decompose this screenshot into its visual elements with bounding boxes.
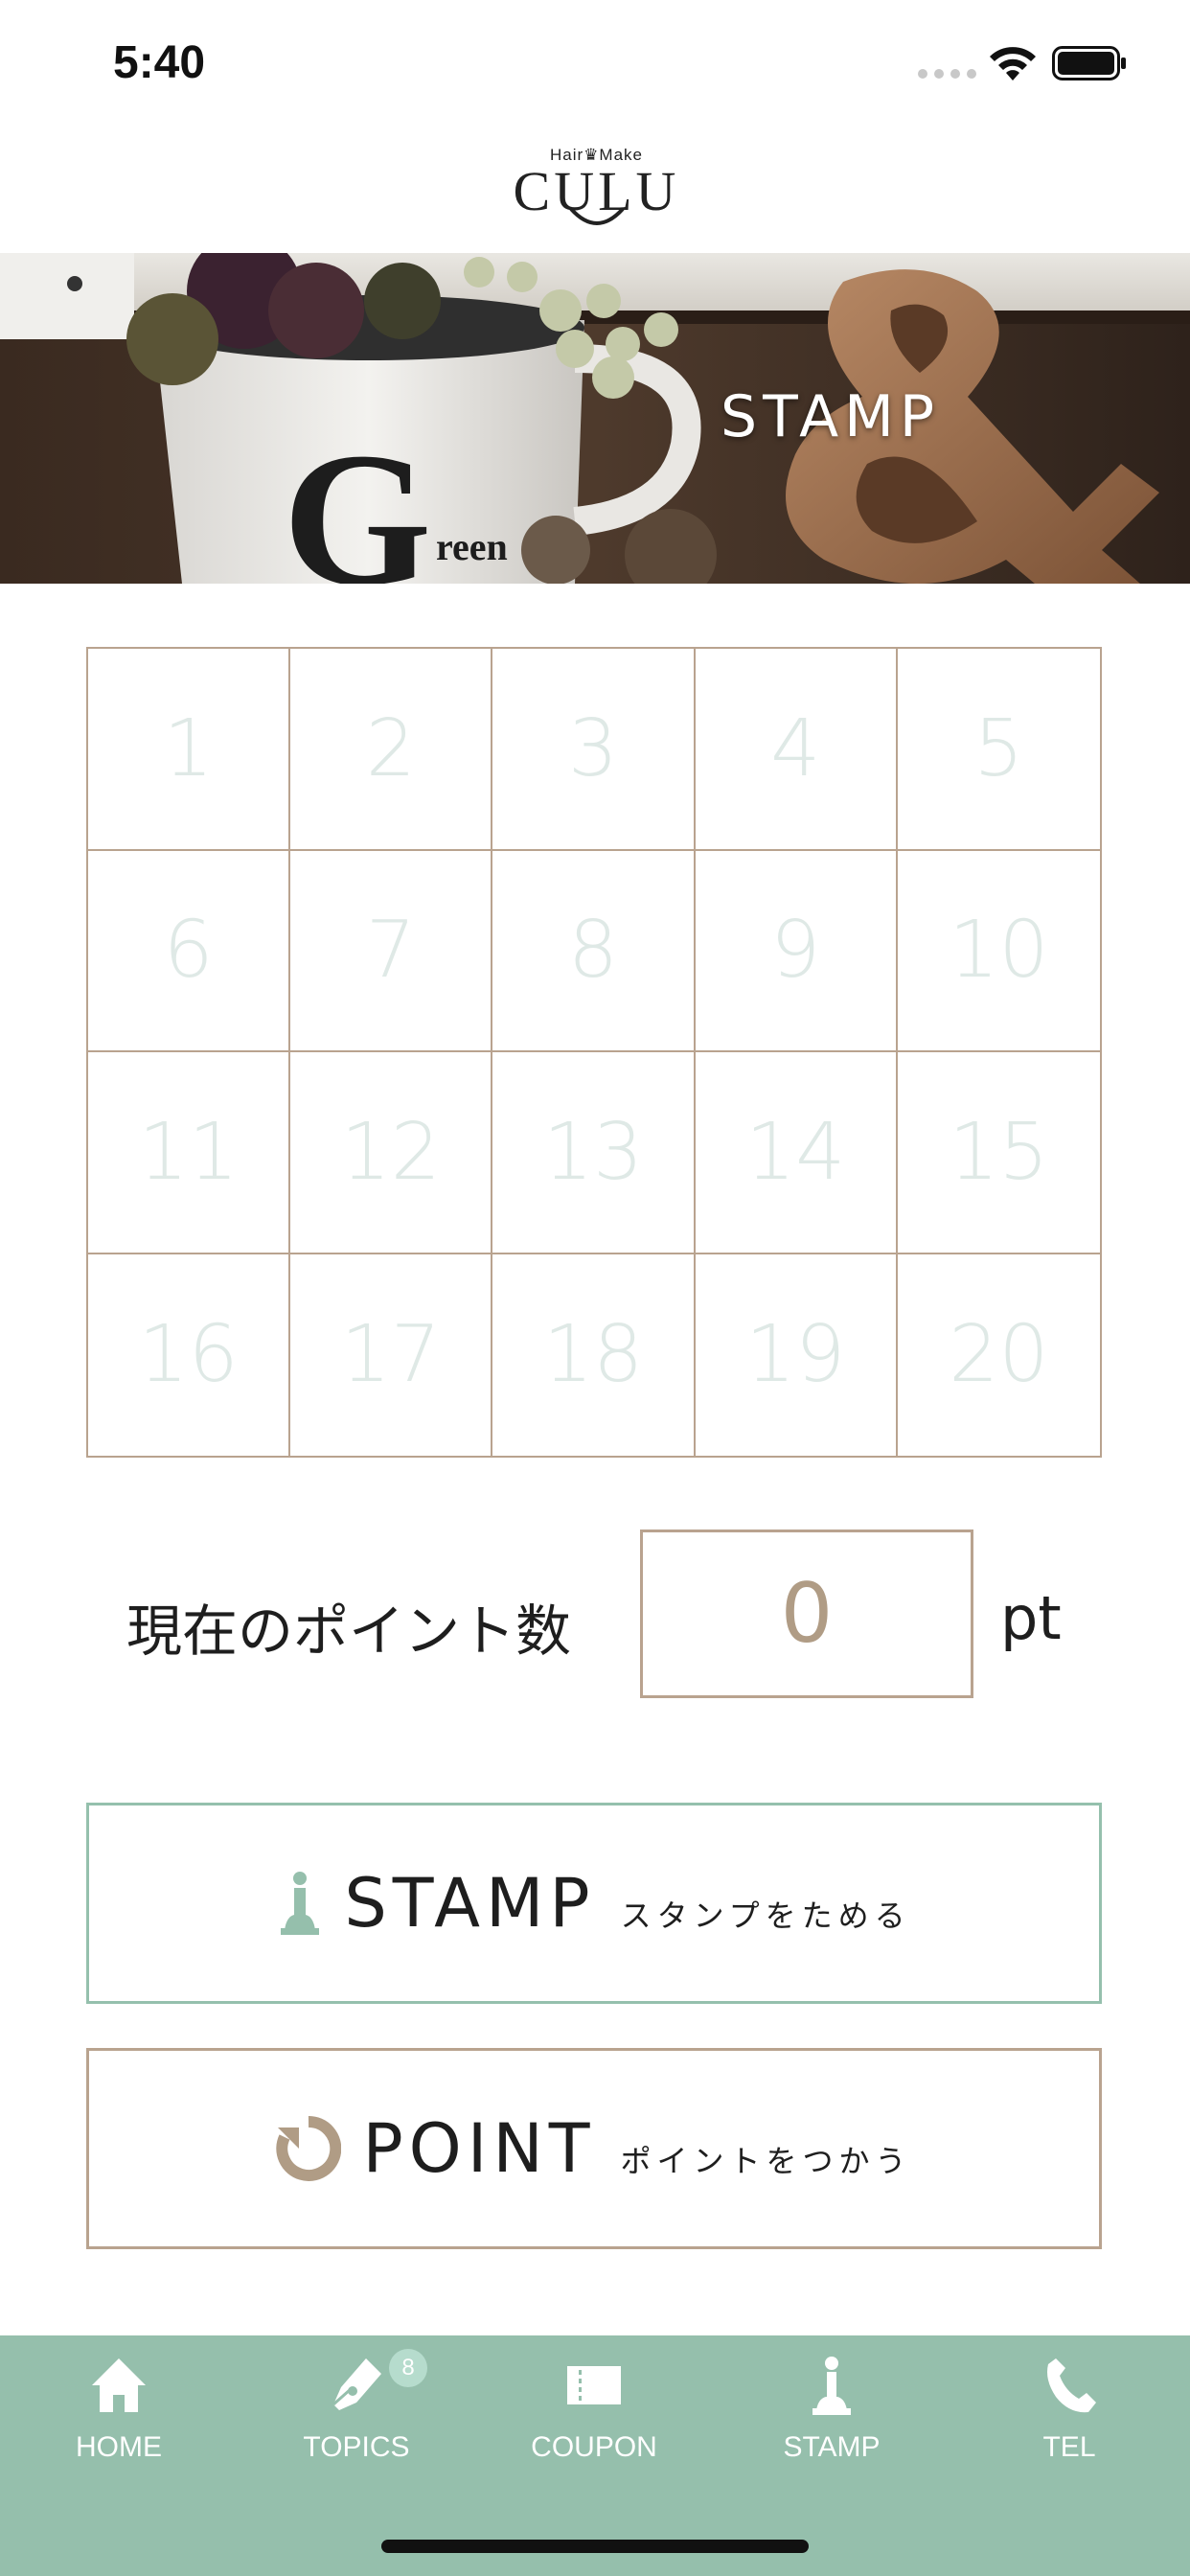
status-time: 5:40 (113, 37, 206, 88)
svg-text:G: G (283, 414, 432, 584)
stamp-slot-2: 2 (290, 649, 493, 851)
home-indicator (381, 2540, 809, 2553)
stamp-slot-4: 4 (695, 649, 898, 851)
tab-topics[interactable]: 8 TOPICS (238, 2335, 475, 2508)
chess-pawn-icon (281, 1872, 320, 1935)
battery-icon (1052, 46, 1126, 80)
hero-photo: G reen (0, 253, 1190, 584)
tab-home-label: HOME (76, 2431, 162, 2463)
hero-banner: G reen STAMP (0, 253, 1190, 584)
tab-stamp[interactable]: STAMP (713, 2335, 950, 2508)
current-points-label: 現在のポイント数 (126, 1598, 572, 1664)
stamp-slot-7: 7 (290, 850, 493, 1052)
collect-stamp-label: STAMP (344, 1864, 596, 1943)
tab-tel[interactable]: TEL (950, 2335, 1188, 2508)
wifi-icon (990, 47, 1036, 80)
tab-topics-label: TOPICS (303, 2431, 410, 2463)
chess-pawn-icon (812, 2357, 851, 2415)
stamp-slot-8: 8 (492, 850, 696, 1052)
stamp-slot-11: 11 (88, 1052, 291, 1254)
pen-nib-icon (332, 2358, 381, 2410)
tab-tel-label: TEL (1042, 2431, 1096, 2463)
use-points-sublabel: ポイントをつかう (620, 2143, 912, 2179)
stamp-slot-3: 3 (492, 649, 696, 851)
stamp-slot-20: 20 (949, 1309, 1049, 1401)
stamp-slot-16: 16 (88, 1254, 291, 1456)
brand-logo: Hair♛Make CULU (508, 146, 685, 232)
tab-stamp-label: STAMP (783, 2431, 881, 2463)
home-icon (92, 2358, 146, 2412)
stamp-slot-5: 5 (897, 649, 1100, 851)
phone-icon (1047, 2358, 1096, 2413)
tab-coupon[interactable]: COUPON (475, 2335, 713, 2508)
points-unit: pt (1000, 1583, 1062, 1653)
collect-stamp-sublabel: スタンプをためる (620, 1898, 911, 1934)
use-points-button[interactable]: POINT ポイントをつかう (86, 2048, 1102, 2249)
stamp-slot-19: 19 (696, 1254, 898, 1456)
stamp-card-grid: 1 2 3 4 5 6 7 8 9 10 11 12 13 14 15 16 1… (86, 647, 1102, 1458)
collect-stamp-button[interactable]: STAMP スタンプをためる (86, 1803, 1102, 2004)
stamp-slot-1: 1 (88, 649, 291, 851)
stamp-slot-14: 14 (695, 1052, 898, 1254)
stamp-slot-17: 17 (290, 1254, 493, 1456)
stamp-slot-10: 10 (897, 851, 1100, 1052)
stamp-slot-12: 12 (290, 1052, 493, 1254)
use-points-label: POINT (362, 2109, 596, 2188)
topics-badge: 8 (389, 2349, 427, 2387)
stamp-slot-6: 6 (88, 850, 291, 1052)
tab-home[interactable]: HOME (0, 2335, 238, 2508)
hero-title: STAMP (721, 383, 941, 450)
stamp-slot-13: 13 (492, 1052, 696, 1254)
status-bar: 5:40 (0, 0, 1190, 125)
stamp-slot-15: 15 (897, 1052, 1100, 1254)
current-points-value: 0 (640, 1530, 973, 1698)
cellular-signal-icon (918, 69, 976, 79)
stamp-slot-18: 18 (492, 1254, 696, 1456)
logo-smile-icon (569, 207, 625, 225)
stamp-slot-9: 9 (695, 850, 898, 1052)
ticket-icon (567, 2366, 621, 2404)
svg-text:reen: reen (436, 525, 508, 568)
tab-coupon-label: COUPON (531, 2431, 657, 2463)
refresh-icon (276, 2116, 342, 2181)
